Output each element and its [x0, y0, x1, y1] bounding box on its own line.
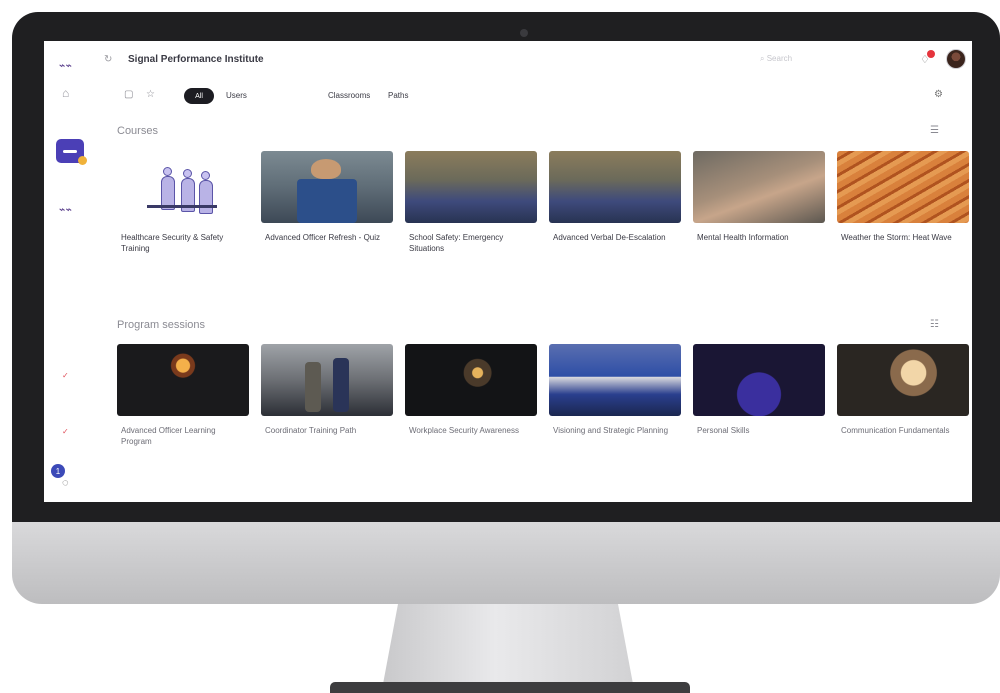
- monitor-stand-base: [330, 682, 690, 693]
- person-figure: [183, 169, 192, 178]
- session-thumbnail-photo: [405, 344, 537, 416]
- session-title: Personal Skills: [697, 426, 750, 435]
- back-icon[interactable]: ↻: [104, 54, 112, 65]
- session-card[interactable]: Visioning and Strategic Planning: [549, 344, 681, 436]
- course-card[interactable]: Advanced Verbal De-Escalation: [549, 151, 681, 243]
- officer-head: [311, 159, 341, 179]
- course-title: Advanced Verbal De-Escalation: [553, 233, 666, 242]
- settings-icon[interactable]: ⚙: [934, 89, 943, 100]
- session-thumbnail-photo: [837, 344, 969, 416]
- officer-uniform: [297, 179, 357, 223]
- officer-figure: [333, 358, 349, 412]
- monitor-chin: [12, 522, 1000, 604]
- desk-shape: [147, 205, 217, 208]
- tab-classrooms[interactable]: Classrooms: [328, 91, 370, 100]
- course-card[interactable]: Mental Health Information: [693, 151, 825, 243]
- officer-figure: [305, 362, 321, 412]
- search-placeholder: Search: [766, 54, 793, 63]
- tab-paths[interactable]: Paths: [388, 91, 408, 100]
- session-title: Communication Fundamentals: [841, 426, 950, 435]
- course-title: Mental Health Information: [697, 233, 789, 242]
- tab-users[interactable]: Users: [226, 91, 247, 100]
- list-view-icon[interactable]: ☷: [930, 319, 939, 330]
- sidebar-item-marker[interactable]: ✓: [62, 371, 69, 380]
- page-title: Signal Performance Institute: [128, 54, 264, 65]
- course-title: Advanced Officer Refresh - Quiz: [265, 233, 381, 242]
- session-card[interactable]: Personal Skills: [693, 344, 825, 436]
- courses-heading: Courses: [117, 125, 158, 137]
- session-card[interactable]: Workplace Security Awareness: [405, 344, 537, 436]
- courses-icon: [63, 149, 77, 153]
- session-title: Advanced Officer Learning Program: [121, 426, 216, 446]
- sidebar-item-courses[interactable]: [56, 139, 87, 165]
- top-bar: ↻ Signal Performance Institute ⌕ Search …: [100, 41, 972, 81]
- course-card[interactable]: School Safety: Emergency Situations: [405, 151, 537, 254]
- list-view-icon[interactable]: ☰: [930, 125, 939, 136]
- avatar[interactable]: [946, 49, 966, 69]
- session-thumbnail-photo: [549, 344, 681, 416]
- filter-bar: ▢ ☆ All Users Classrooms Paths ⚙: [100, 81, 972, 113]
- person-figure: [199, 180, 213, 214]
- course-thumbnail-photo: [261, 151, 393, 223]
- course-title: Healthcare Security & Safety Training: [121, 233, 224, 253]
- sidebar-item-marker[interactable]: ✓: [62, 427, 69, 436]
- course-thumbnail-photo: [693, 151, 825, 223]
- session-card[interactable]: Advanced Officer Learning Program: [117, 344, 249, 447]
- search-input[interactable]: ⌕ Search: [760, 54, 792, 64]
- sidebar-item-analytics[interactable]: ⌁⌁: [58, 203, 71, 216]
- course-thumbnail-photo: [405, 151, 537, 223]
- star-icon[interactable]: ☆: [146, 89, 155, 100]
- camera-icon: [520, 29, 528, 37]
- session-thumbnail-photo: [117, 344, 249, 416]
- session-title: Workplace Security Awareness: [409, 426, 519, 435]
- program-sessions-heading: Program sessions: [117, 319, 206, 331]
- course-thumbnail-photo: [549, 151, 681, 223]
- help-icon[interactable]: ◌: [62, 477, 69, 489]
- monitor-stand: [383, 604, 633, 684]
- course-thumbnail-illustration: [117, 151, 249, 223]
- course-thumbnail-photo: [837, 151, 969, 223]
- grid-view-icon[interactable]: ▢: [124, 89, 133, 100]
- filter-chip-all[interactable]: All: [184, 88, 214, 104]
- logo-icon[interactable]: ⌁⌁: [58, 59, 71, 72]
- session-card[interactable]: Communication Fundamentals: [837, 344, 969, 436]
- home-icon[interactable]: ⌂: [62, 86, 69, 100]
- course-card[interactable]: Advanced Officer Refresh - Quiz: [261, 151, 393, 243]
- notification-badge: 1: [51, 464, 65, 478]
- notification-dot: [927, 50, 935, 58]
- sidebar: ⌁⌁ ⌂ ⌁⌁ ✓ ✓ 1 ◌: [44, 41, 100, 502]
- course-card[interactable]: Healthcare Security & Safety Training: [117, 151, 249, 254]
- session-title: Visioning and Strategic Planning: [553, 426, 669, 435]
- app-screen: ⌁⌁ ⌂ ⌁⌁ ✓ ✓ 1 ◌ ↻ Signal Performance Ins…: [44, 41, 972, 502]
- course-title: Weather the Storm: Heat Wave: [841, 233, 952, 242]
- session-card[interactable]: Coordinator Training Path: [261, 344, 393, 436]
- person-figure: [163, 167, 172, 176]
- status-dot: [78, 156, 87, 165]
- person-figure: [201, 171, 210, 180]
- session-thumbnail-photo: [261, 344, 393, 416]
- course-title: School Safety: Emergency Situations: [409, 233, 504, 253]
- course-card[interactable]: Weather the Storm: Heat Wave: [837, 151, 969, 243]
- session-thumbnail-photo: [693, 344, 825, 416]
- session-title: Coordinator Training Path: [265, 426, 357, 435]
